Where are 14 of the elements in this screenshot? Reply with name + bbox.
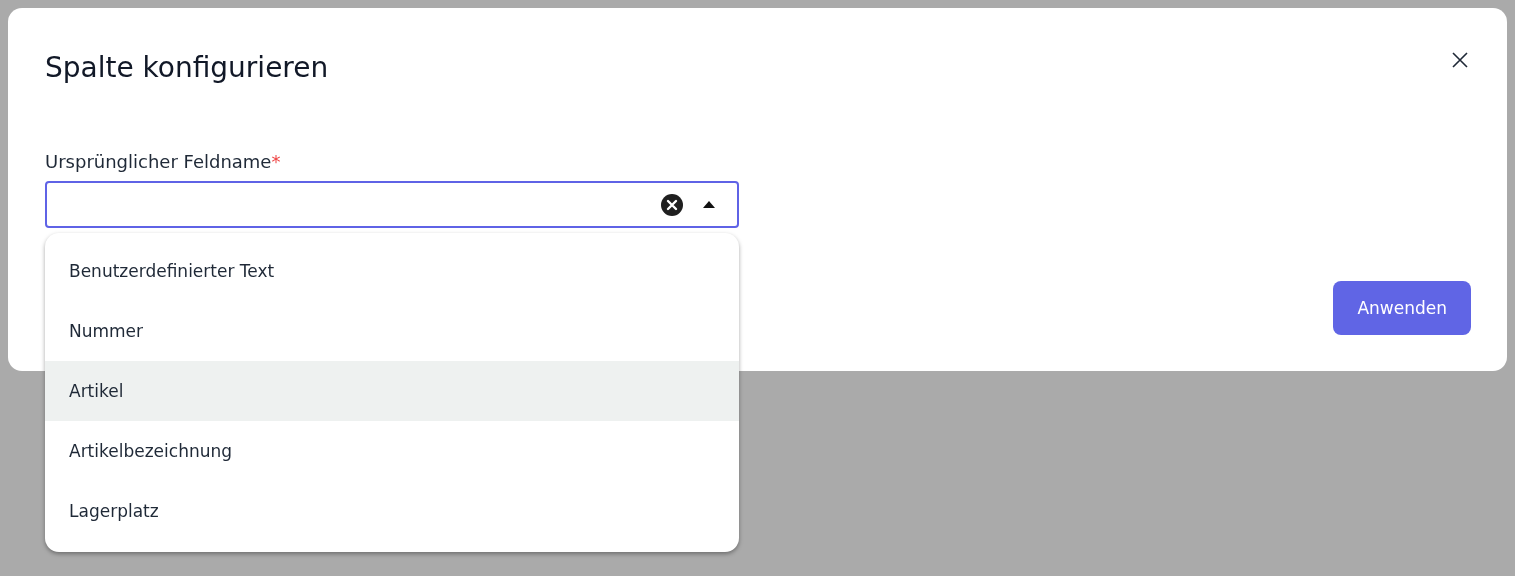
select-field[interactable] [45,181,739,228]
dropdown-option[interactable]: Nummer [45,301,739,361]
dropdown-option[interactable]: Lagerplatz [45,481,739,541]
close-button[interactable] [1452,52,1468,68]
caret-icon[interactable] [703,201,715,208]
dialog-title: Spalte konfigurieren [45,50,329,86]
dropdown-option[interactable]: Benutzerdefinierter Text [45,241,739,301]
apply-button[interactable]: Anwenden [1333,281,1471,335]
dropdown-option[interactable]: Artikelbezeichnung [45,421,739,481]
field-label: Ursprünglicher Feldname* [45,150,282,174]
clear-icon[interactable] [661,193,683,216]
dropdown-option[interactable]: Artikel [45,361,739,421]
required-mark: * [271,151,281,172]
close-icon [1452,52,1468,68]
